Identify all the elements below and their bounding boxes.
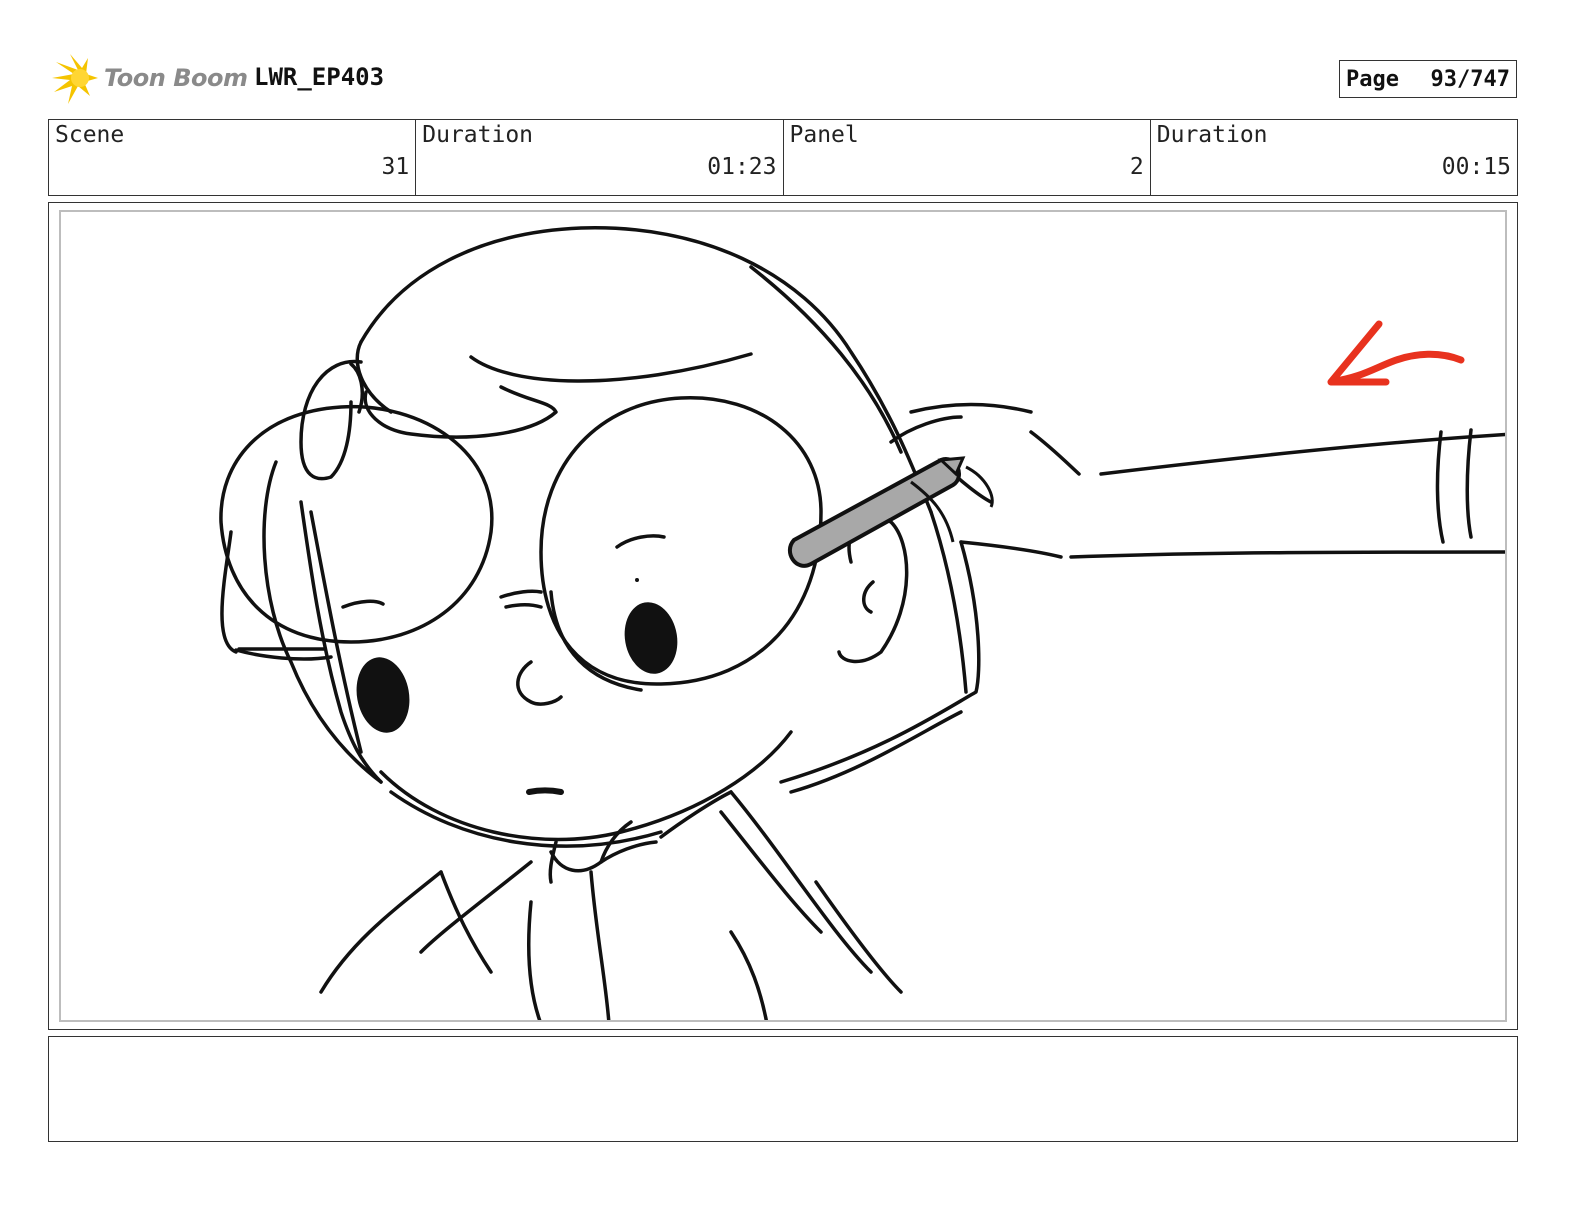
scene-value: 31 — [381, 154, 410, 180]
panel-cell: Panel 2 — [784, 120, 1151, 195]
scene-label: Scene — [55, 122, 125, 148]
scene-duration-cell: Duration 01:23 — [416, 120, 784, 195]
panel-label: Panel — [789, 122, 859, 148]
panel-duration-cell: Duration 00:15 — [1151, 120, 1517, 195]
scene-duration-value: 01:23 — [707, 154, 777, 180]
page-number: 93/747 — [1430, 66, 1510, 92]
storyboard-panel-frame — [48, 202, 1518, 1030]
page-label: Page — [1346, 66, 1399, 92]
logo-text: Toon Boom — [104, 64, 248, 92]
panel-value: 2 — [1129, 154, 1144, 180]
panel-duration-label: Duration — [1156, 122, 1268, 148]
panel-duration-value: 00:15 — [1441, 154, 1511, 180]
project-id: LWR_EP403 — [254, 63, 385, 91]
storyboard-panel — [59, 210, 1507, 1022]
scene-duration-label: Duration — [422, 122, 534, 148]
storyboard-sketch-icon — [219, 226, 1505, 1020]
page-indicator: Page 93/747 — [1339, 60, 1517, 98]
scene-cell: Scene 31 — [49, 120, 417, 195]
scene-info-row: Scene 31 Duration 01:23 Panel 2 Duration… — [48, 119, 1518, 196]
panel-notes-box — [48, 1036, 1518, 1142]
